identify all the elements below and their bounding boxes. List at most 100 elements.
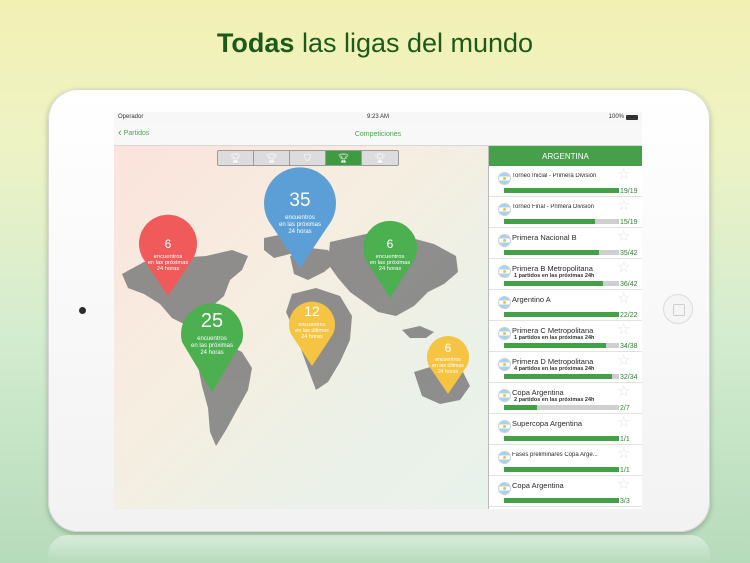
- matches-played-count: 15/19: [620, 219, 638, 226]
- competition-row[interactable]: Primera C Metropolitana 1 partidos en las…: [489, 321, 642, 352]
- argentina-flag-icon: [498, 172, 511, 185]
- competition-row[interactable]: Supercopa Argentina ☆ 1/1: [489, 414, 642, 445]
- progress-bar: [504, 374, 619, 379]
- progress-bar: [504, 436, 619, 441]
- headline-rest: las ligas del mundo: [294, 28, 534, 58]
- progress-bar: [504, 219, 619, 224]
- matches-played-count: 34/38: [620, 343, 638, 350]
- upcoming-matches: 4 partidos en las próximas 24h: [514, 366, 595, 372]
- battery: 100%: [609, 114, 638, 120]
- progress-bar: [504, 281, 619, 286]
- competition-row[interactable]: Copa Argentina ☆ 3/3: [489, 476, 642, 507]
- progress-fill: [504, 498, 619, 503]
- favorite-star-icon[interactable]: ☆: [617, 415, 630, 430]
- argentina-flag-icon: [498, 358, 511, 371]
- pin-count: 35: [289, 190, 310, 211]
- progress-bar: [504, 405, 619, 410]
- matches-played-count: 35/42: [620, 250, 638, 257]
- competition-row[interactable]: Primera Nacional B ☆ 35/42: [489, 228, 642, 259]
- favorite-star-icon[interactable]: ☆: [617, 198, 630, 213]
- progress-bar: [504, 188, 619, 193]
- argentina-flag-icon: [498, 203, 511, 216]
- matches-played-count: 2/7: [620, 405, 630, 412]
- competition-name: Torneo Inicial - Primera División: [512, 173, 597, 179]
- argentina-flag-icon: [498, 265, 511, 278]
- favorite-star-icon[interactable]: ☆: [617, 167, 630, 182]
- progress-bar: [504, 312, 619, 317]
- competition-row[interactable]: Primera B Metropolitana 1 partidos en las…: [489, 259, 642, 290]
- matches-played-count: 1/1: [620, 436, 630, 443]
- world-map-panel: 35 encuentros en las próximas 24 horas 6…: [114, 146, 488, 509]
- shield-trophy-icon: ⛉: [304, 152, 311, 163]
- trophy-icon: 🏆︎: [374, 152, 386, 163]
- tab-trophy-3[interactable]: ⛉: [290, 151, 326, 165]
- upcoming-matches: 1 partidos en las próximas 24h: [514, 335, 595, 341]
- competitions-sidebar: ARGENTINA Torneo Inicial - Primera Divis…: [488, 146, 642, 509]
- favorite-star-icon[interactable]: ☆: [617, 446, 630, 461]
- competition-row[interactable]: Primera D Metropolitana 4 partidos en las…: [489, 352, 642, 383]
- argentina-flag-icon: [498, 389, 511, 402]
- tab-trophy-4[interactable]: 🏆︎: [326, 151, 362, 165]
- progress-fill: [504, 281, 603, 286]
- camera: [79, 307, 86, 314]
- competition-type-tabs: 🏆︎ 🏆︎ ⛉ 🏆︎ 🏆︎: [217, 150, 399, 166]
- argentina-flag-icon: [498, 327, 511, 340]
- favorite-star-icon[interactable]: ☆: [617, 322, 630, 337]
- tab-trophy-1[interactable]: 🏆︎: [218, 151, 254, 165]
- competition-name: Primera B Metropolitana: [512, 264, 593, 273]
- clock: 9:23 AM: [366, 114, 389, 120]
- competition-name: Primera C Metropolitana: [512, 326, 594, 335]
- indonesia-shape: [402, 326, 434, 338]
- reflection: [48, 535, 710, 563]
- competition-name: Copa Argentina: [512, 481, 564, 490]
- app-screen: Operador 9:23 AM 100% ‹ Partidos Competi…: [114, 112, 642, 509]
- favorite-star-icon[interactable]: ☆: [617, 384, 630, 399]
- competition-name: Copa Argentina: [512, 388, 564, 397]
- pin-caption: 24 horas: [157, 266, 180, 272]
- battery-percent: 100%: [608, 114, 624, 120]
- favorite-star-icon[interactable]: ☆: [617, 353, 630, 368]
- tab-trophy-5[interactable]: 🏆︎: [362, 151, 398, 165]
- trophy-icon: 🏆︎: [229, 152, 242, 163]
- favorite-star-icon[interactable]: ☆: [617, 260, 630, 275]
- progress-fill: [504, 343, 607, 348]
- status-bar: Operador 9:23 AM 100%: [114, 112, 642, 124]
- competition-row[interactable]: Torneo Inicial - Primera División ☆ 19/19: [489, 166, 642, 197]
- favorite-star-icon[interactable]: ☆: [617, 229, 630, 244]
- headline-bold: Todas: [216, 28, 295, 58]
- home-button[interactable]: [663, 294, 693, 324]
- argentina-flag-icon: [498, 420, 511, 433]
- headline: Todas las ligas del mundo: [0, 28, 750, 59]
- upcoming-matches: 1 partidos en las próximas 24h: [514, 273, 595, 279]
- progress-bar: [504, 498, 619, 503]
- trophy-icon: 🏆︎: [337, 152, 350, 163]
- trophy-icon: 🏆︎: [265, 152, 278, 163]
- pin-count: 6: [387, 237, 394, 251]
- progress-fill: [504, 374, 613, 379]
- progress-fill: [504, 188, 619, 193]
- pin-count: 6: [445, 341, 452, 355]
- competition-name: Primera Nacional B: [512, 233, 577, 242]
- favorite-star-icon[interactable]: ☆: [617, 477, 630, 492]
- competition-name: Primera D Metropolitana: [512, 357, 594, 366]
- progress-fill: [504, 436, 619, 441]
- competition-row[interactable]: Argentino A ☆ 22/22: [489, 290, 642, 321]
- page-title: Competiciones: [354, 131, 402, 138]
- competition-row[interactable]: Copa Argentina 2 partidos en las próximas…: [489, 383, 642, 414]
- matches-played-count: 32/34: [620, 374, 638, 381]
- navigation-bar: ‹ Partidos Competiciones: [114, 124, 642, 146]
- pin-caption: en las próximas: [191, 343, 233, 349]
- battery-icon: [626, 114, 638, 120]
- competition-row[interactable]: Torneo Final - Primera División ☆ 15/19: [489, 197, 642, 228]
- tab-trophy-2[interactable]: 🏆︎: [254, 151, 290, 165]
- matches-played-count: 1/1: [620, 467, 630, 474]
- progress-fill: [504, 467, 619, 472]
- pin-caption: 24 horas: [301, 334, 323, 340]
- matches-played-count: 3/3: [620, 498, 630, 505]
- favorite-star-icon[interactable]: ☆: [617, 291, 630, 306]
- world-map[interactable]: 35 encuentros en las próximas 24 horas 6…: [114, 146, 488, 509]
- competition-row[interactable]: Fases preliminares Copa Arge... ☆ 1/1: [489, 445, 642, 476]
- pin-caption: 24 horas: [288, 229, 311, 235]
- progress-fill: [504, 250, 600, 255]
- competition-list: Torneo Inicial - Primera División ☆ 19/19 T…: [489, 166, 642, 507]
